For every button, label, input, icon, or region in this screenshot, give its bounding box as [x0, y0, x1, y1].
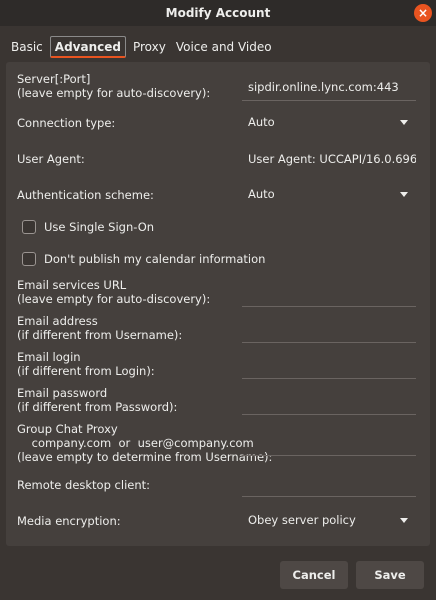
cancel-button[interactable]: Cancel — [280, 561, 348, 589]
calendar-checkbox[interactable]: Don't publish my calendar information — [22, 252, 265, 266]
save-button[interactable]: Save — [356, 561, 424, 589]
media-encryption-dropdown[interactable]: Obey server policy — [242, 508, 414, 532]
user-agent-input[interactable]: User Agent: UCCAPI/16.0.6965.530 — [248, 152, 416, 166]
tab-proxy[interactable]: Proxy — [128, 36, 171, 58]
tab-advanced[interactable]: Advanced — [49, 36, 126, 58]
email-login-label: Email login (if different from Login): — [17, 350, 155, 378]
email-url-label: Email services URL (leave empty for auto… — [17, 278, 211, 306]
chevron-down-icon — [400, 192, 408, 197]
title-bar: Modify Account × — [0, 0, 436, 26]
tab-voice-and-video[interactable]: Voice and Video — [171, 36, 277, 58]
sso-label: Use Single Sign-On — [44, 220, 155, 234]
sso-checkbox[interactable]: Use Single Sign-On — [22, 220, 154, 234]
checkbox-icon[interactable] — [22, 220, 36, 234]
window-title: Modify Account — [165, 6, 271, 20]
tab-basic[interactable]: Basic — [6, 36, 48, 58]
tab-bar: Basic Advanced Proxy Voice and Video — [6, 36, 277, 58]
email-login-input[interactable] — [242, 378, 416, 379]
media-encryption-label: Media encryption: — [17, 514, 121, 528]
calendar-label: Don't publish my calendar information — [44, 252, 266, 266]
auth-scheme-dropdown[interactable]: Auto — [242, 182, 414, 206]
remote-desktop-label: Remote desktop client: — [17, 478, 151, 492]
email-address-label: Email address (if different from Usernam… — [17, 314, 183, 342]
auth-scheme-label: Authentication scheme: — [17, 188, 154, 202]
close-icon: × — [417, 6, 429, 20]
server-label: Server[:Port] (leave empty for auto-disc… — [17, 72, 211, 100]
server-input-underline — [242, 100, 416, 101]
group-chat-input[interactable] — [242, 455, 416, 456]
connection-type-value: Auto — [248, 115, 275, 129]
remote-desktop-input[interactable] — [242, 496, 416, 497]
close-button[interactable]: × — [414, 4, 432, 22]
email-url-input[interactable] — [242, 306, 416, 307]
auth-scheme-value: Auto — [248, 187, 275, 201]
media-encryption-value: Obey server policy — [248, 513, 356, 527]
chevron-down-icon — [400, 120, 408, 125]
chevron-down-icon — [400, 518, 408, 523]
user-agent-label: User Agent: — [17, 152, 85, 166]
email-address-input[interactable] — [242, 342, 416, 343]
connection-type-label: Connection type: — [17, 116, 116, 130]
email-password-label: Email password (if different from Passwo… — [17, 386, 178, 414]
group-chat-label: Group Chat Proxy company.com or user@com… — [17, 422, 273, 464]
server-input[interactable]: sipdir.online.lync.com:443 — [248, 80, 416, 94]
advanced-panel: Server[:Port] (leave empty for auto-disc… — [6, 62, 430, 546]
checkbox-icon[interactable] — [22, 252, 36, 266]
connection-type-dropdown[interactable]: Auto — [242, 110, 414, 134]
email-password-input[interactable] — [242, 414, 416, 415]
